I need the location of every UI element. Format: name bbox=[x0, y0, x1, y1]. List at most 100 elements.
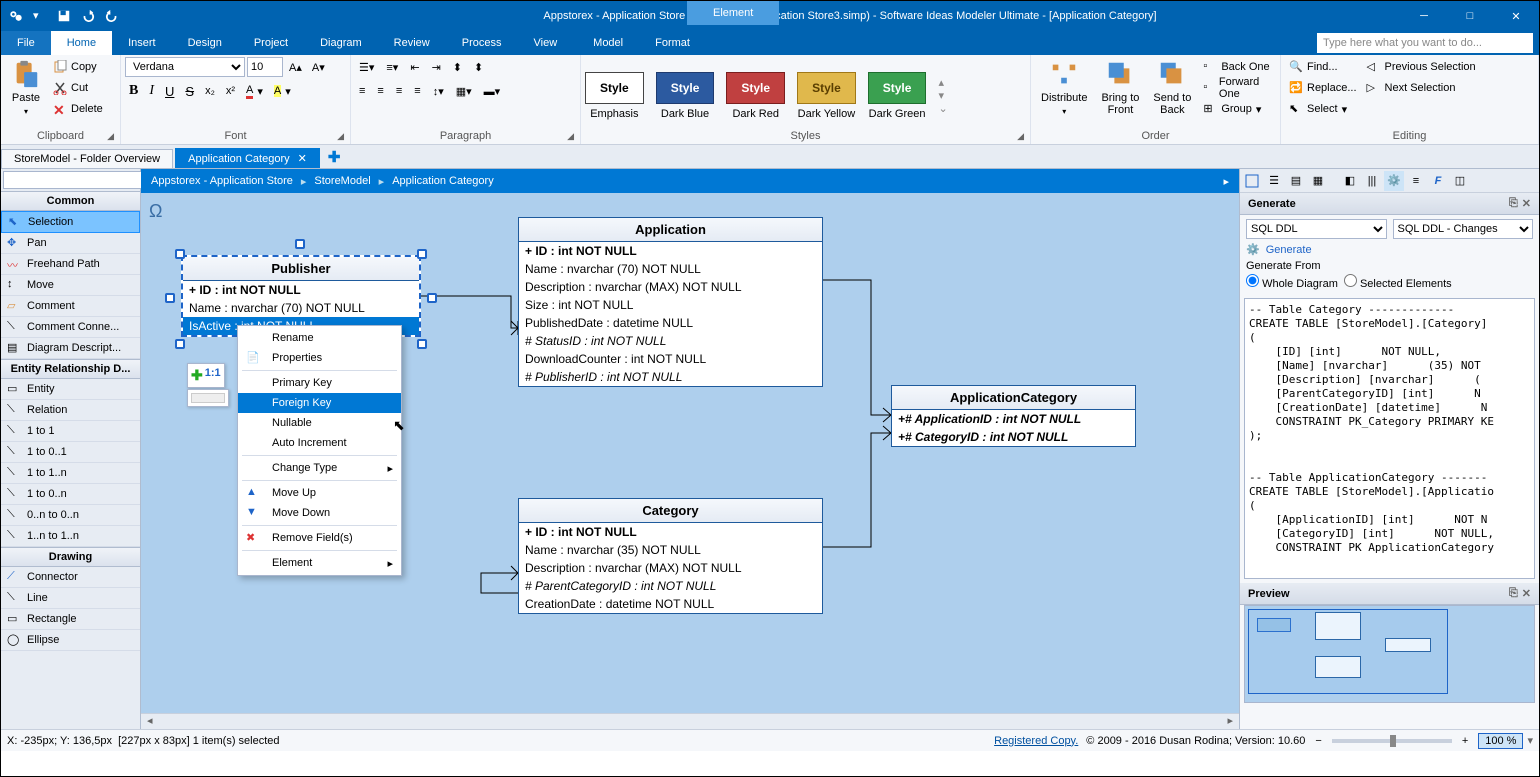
tool-rectangle[interactable]: ▭Rectangle bbox=[1, 609, 140, 630]
tool-diagram-desc[interactable]: ▤Diagram Descript... bbox=[1, 338, 140, 359]
ctx-foreignkey[interactable]: Foreign Key bbox=[238, 393, 401, 413]
bc-diagram[interactable]: Application Category bbox=[392, 175, 494, 187]
paragraph-dialog-icon[interactable]: ◢ bbox=[567, 131, 574, 142]
styles-down-icon[interactable]: ▾ bbox=[938, 89, 947, 102]
sel-handle[interactable] bbox=[417, 339, 427, 349]
save-icon[interactable] bbox=[57, 9, 71, 23]
tool-1to0n[interactable]: ⟍1 to 0..n bbox=[1, 484, 140, 505]
tool-pan[interactable]: ✥Pan bbox=[1, 233, 140, 254]
sel-handle[interactable] bbox=[165, 293, 175, 303]
select-button[interactable]: ⬉Select ▾ bbox=[1285, 99, 1361, 119]
increase-font-icon[interactable]: A▴ bbox=[285, 57, 306, 77]
menu-format[interactable]: Format bbox=[639, 31, 706, 55]
send-back-button[interactable]: Send to Back bbox=[1147, 57, 1197, 118]
valign-button[interactable]: ⬍ bbox=[449, 57, 466, 77]
tool-selection[interactable]: ⬉Selection bbox=[1, 211, 140, 233]
menu-home[interactable]: Home bbox=[51, 31, 112, 55]
tell-me-search[interactable]: Type here what you want to do... bbox=[1317, 33, 1533, 53]
ctx-primarykey[interactable]: Primary Key bbox=[238, 373, 401, 393]
menu-process[interactable]: Process bbox=[446, 31, 518, 55]
style-darkblue[interactable]: Style bbox=[656, 72, 715, 104]
ctx-removefields[interactable]: ✖Remove Field(s) bbox=[238, 528, 401, 548]
menu-design[interactable]: Design bbox=[172, 31, 238, 55]
radio-whole-diagram[interactable]: Whole Diagram bbox=[1246, 274, 1338, 290]
styles-dialog-icon[interactable]: ◢ bbox=[1017, 131, 1024, 142]
rp-tool7-icon[interactable]: ⚙️ bbox=[1384, 171, 1404, 191]
redo-icon[interactable] bbox=[105, 9, 119, 23]
tool-connector[interactable]: ⟋Connector bbox=[1, 567, 140, 588]
subscript-button[interactable]: x₂ bbox=[201, 81, 219, 101]
tool-freehand[interactable]: 〰Freehand Path bbox=[1, 254, 140, 275]
bc-model[interactable]: StoreModel bbox=[314, 175, 370, 187]
tool-line[interactable]: ⟍Line bbox=[1, 588, 140, 609]
zoom-dropdown-icon[interactable]: ▾ bbox=[1527, 734, 1533, 747]
zoom-out-icon[interactable]: − bbox=[1315, 735, 1321, 747]
menu-view[interactable]: View bbox=[518, 31, 574, 55]
bring-front-button[interactable]: Bring to Front bbox=[1095, 57, 1145, 118]
preview-canvas[interactable] bbox=[1244, 605, 1535, 703]
copy-button[interactable]: Copy bbox=[49, 57, 107, 77]
back-one-button[interactable]: ▫Back One bbox=[1199, 57, 1276, 77]
generate-link[interactable]: Generate bbox=[1266, 244, 1312, 256]
menu-file[interactable]: File bbox=[1, 31, 51, 55]
rp-tool9-icon[interactable]: F bbox=[1428, 171, 1448, 191]
entity-application[interactable]: Application + ID : int NOT NULL Name : n… bbox=[518, 217, 823, 387]
undo-icon[interactable] bbox=[81, 9, 95, 23]
ddl-mode-combo[interactable]: SQL DDL - Changes bbox=[1393, 219, 1534, 239]
menu-diagram[interactable]: Diagram bbox=[304, 31, 378, 55]
delete-button[interactable]: ✕Delete bbox=[49, 99, 107, 119]
numbering-button[interactable]: ≡▾ bbox=[382, 57, 402, 77]
group-button[interactable]: ⊞Group ▾ bbox=[1199, 99, 1276, 119]
generated-code[interactable]: -- Table Category ------------- CREATE T… bbox=[1244, 298, 1535, 579]
add-tab-button[interactable]: ✚ bbox=[322, 146, 347, 168]
line-spacing-button[interactable]: ↕▾ bbox=[429, 81, 448, 101]
bc-project[interactable]: Appstorex - Application Store bbox=[151, 175, 293, 187]
strike-button[interactable]: S bbox=[181, 81, 198, 101]
tool-1to1n[interactable]: ⟍1 to 1..n bbox=[1, 463, 140, 484]
hscroll-left-icon[interactable]: ◂ bbox=[141, 714, 159, 729]
bc-nav-icon[interactable]: ▸ bbox=[1223, 175, 1229, 188]
rp-tool2-icon[interactable]: ☰ bbox=[1264, 171, 1284, 191]
sel-handle[interactable] bbox=[417, 249, 427, 259]
radio-selected-elements[interactable]: Selected Elements bbox=[1344, 274, 1452, 290]
sel-handle[interactable] bbox=[295, 239, 305, 249]
prev-selection-button[interactable]: ◁Previous Selection bbox=[1363, 57, 1480, 77]
ctx-nullable[interactable]: Nullable bbox=[238, 413, 401, 433]
ctx-autoinc[interactable]: Auto Increment bbox=[238, 433, 401, 453]
qat-dropdown-icon[interactable]: ▾ bbox=[33, 9, 47, 23]
rp-tool6-icon[interactable]: ||| bbox=[1362, 171, 1382, 191]
borders-button[interactable]: ▦▾ bbox=[452, 81, 476, 101]
shading-button[interactable]: ▬▾ bbox=[480, 81, 505, 101]
style-darkred[interactable]: Style bbox=[726, 72, 785, 104]
rp-tool10-icon[interactable]: ◫ bbox=[1450, 171, 1470, 191]
bold-button[interactable]: B bbox=[125, 81, 142, 101]
paste-button[interactable]: Paste▾ bbox=[5, 57, 47, 118]
minimize-button[interactable]: ─ bbox=[1401, 1, 1447, 31]
align-justify-button[interactable]: ≡ bbox=[410, 81, 424, 101]
indent-right-button[interactable]: ⇥ bbox=[428, 57, 445, 77]
rp-tool5-icon[interactable]: ◧ bbox=[1340, 171, 1360, 191]
cardinality-label[interactable]: 1:1 bbox=[205, 367, 221, 384]
hscroll-right-icon[interactable]: ▸ bbox=[1221, 714, 1239, 729]
styles-more-icon[interactable]: ⌄ bbox=[938, 102, 947, 115]
zoom-in-icon[interactable]: + bbox=[1462, 735, 1468, 747]
sel-handle[interactable] bbox=[175, 249, 185, 259]
toolbox-category-erd[interactable]: Entity Relationship D... bbox=[1, 359, 140, 379]
tool-comment-connector[interactable]: ⟍Comment Conne... bbox=[1, 317, 140, 338]
style-darkgreen[interactable]: Style bbox=[868, 72, 927, 104]
panel-close-icon[interactable]: ✕ bbox=[1522, 197, 1531, 210]
rp-tool3-icon[interactable]: ▤ bbox=[1286, 171, 1306, 191]
align-right-button[interactable]: ≡ bbox=[392, 81, 406, 101]
cut-button[interactable]: Cut bbox=[49, 78, 107, 98]
ctx-changetype[interactable]: Change Type bbox=[238, 458, 401, 478]
menu-review[interactable]: Review bbox=[378, 31, 446, 55]
add-field-icon[interactable]: ✚ bbox=[191, 367, 203, 384]
tool-1nto1n[interactable]: ⟍1..n to 1..n bbox=[1, 526, 140, 547]
font-dialog-icon[interactable]: ◢ bbox=[337, 131, 344, 142]
diagram-canvas[interactable]: Ω Publisher + ID : int NOT NULL Name : n… bbox=[141, 193, 1239, 713]
rp-tool8-icon[interactable]: ≡ bbox=[1406, 171, 1426, 191]
decrease-font-icon[interactable]: A▾ bbox=[308, 57, 329, 77]
clipboard-dialog-icon[interactable]: ◢ bbox=[107, 131, 114, 142]
replace-button[interactable]: 🔁Replace... bbox=[1285, 78, 1361, 98]
italic-button[interactable]: I bbox=[145, 81, 158, 101]
